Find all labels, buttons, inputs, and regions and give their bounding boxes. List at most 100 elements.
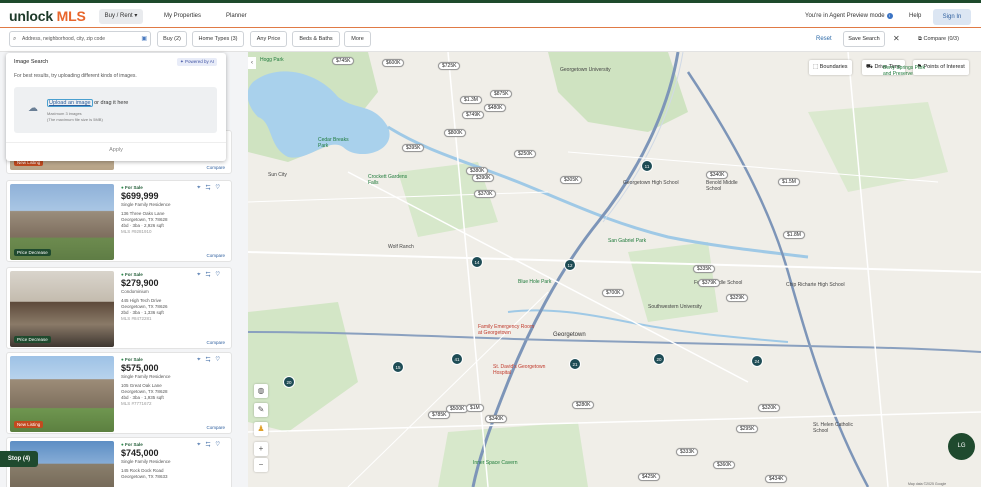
compare-toggle-icon[interactable]: ⇆ xyxy=(206,357,216,363)
apply-button[interactable]: Apply xyxy=(6,147,226,153)
listing-cluster[interactable]: 20 xyxy=(283,376,295,388)
camera-icon[interactable]: ▣ xyxy=(141,32,147,46)
home-types-filter-button[interactable]: Home Types (3) xyxy=(192,31,244,47)
globe-icon[interactable]: ◍ xyxy=(254,384,268,398)
heart-icon[interactable]: ♡ xyxy=(215,442,225,448)
compare-toggle-icon[interactable]: ⇆ xyxy=(206,272,216,278)
more-filters-button[interactable]: More xyxy=(344,31,371,47)
listing-photo[interactable]: New Listing xyxy=(10,356,114,432)
price-pin[interactable]: $1.3M xyxy=(460,96,482,104)
listing-cluster[interactable]: 20 xyxy=(653,353,665,365)
price-pin[interactable]: $434K xyxy=(765,475,788,483)
listing-card[interactable]: Price Decrease For Sale $279,900 Condomi… xyxy=(6,267,232,349)
price-pin[interactable]: $333K xyxy=(676,448,699,456)
buy-filter-button[interactable]: Buy (2) xyxy=(157,31,187,47)
price-pin[interactable]: $480K xyxy=(484,104,507,112)
price-pin[interactable]: $875K xyxy=(490,90,513,98)
listing-cluster[interactable]: 11 xyxy=(641,160,653,172)
price-pin[interactable]: $340K xyxy=(485,415,508,423)
draw-pencil-icon[interactable]: ✎ xyxy=(254,403,268,417)
info-icon[interactable]: i xyxy=(886,13,893,19)
price-pin[interactable]: $335K xyxy=(693,265,716,273)
heart-icon[interactable]: ♡ xyxy=(215,185,225,191)
compare-link[interactable]: Compare xyxy=(206,425,225,430)
price-pin[interactable]: $1M xyxy=(466,404,484,412)
planner-link[interactable]: Planner xyxy=(226,9,247,24)
stop-button[interactable]: Stop (4) xyxy=(0,451,38,467)
avatar[interactable]: LG xyxy=(948,433,975,460)
listing-card[interactable]: Price Decrease For Sale $699,999 Single … xyxy=(6,180,232,262)
price-pin[interactable]: $379K xyxy=(698,279,721,287)
logo-unlock-text: unlock xyxy=(9,8,53,24)
compare-link[interactable]: Compare xyxy=(206,340,225,345)
listing-photo[interactable]: Price Decrease xyxy=(10,184,114,260)
price-pin[interactable]: $250K xyxy=(514,150,537,158)
listing-cluster[interactable]: 41 xyxy=(451,353,463,365)
location-pin-icon[interactable]: ⌖ xyxy=(197,357,205,363)
my-properties-link[interactable]: My Properties xyxy=(164,9,201,24)
listing-cluster[interactable]: 15 xyxy=(392,361,404,373)
price-pin[interactable]: $1.8M xyxy=(783,231,805,239)
listing-cluster[interactable]: 21 xyxy=(569,358,581,370)
upload-image-link[interactable]: Upload an image xyxy=(47,99,93,107)
listing-info: For Sale $699,999 Single Family Residenc… xyxy=(121,185,171,235)
listing-info: For Sale $745,000 Single Family Residenc… xyxy=(121,442,171,480)
unlock-mls-logo[interactable]: unlock MLS xyxy=(9,8,86,24)
location-pin-icon[interactable]: ⌖ xyxy=(197,272,205,278)
price-pin[interactable]: $320K xyxy=(758,404,781,412)
price-pin[interactable]: $305K xyxy=(560,176,583,184)
location-pin-icon[interactable]: ⌖ xyxy=(197,442,205,448)
save-search-button[interactable]: Save Search xyxy=(843,31,885,47)
price-pin[interactable]: $600K xyxy=(382,59,405,67)
zoom-in-button[interactable]: + xyxy=(254,442,268,456)
price-pin[interactable]: $785K xyxy=(428,411,451,419)
compare-link[interactable]: Compare xyxy=(206,165,225,170)
price-pin[interactable]: $1.5M xyxy=(778,178,800,186)
compare-toggle-icon[interactable]: ⇆ xyxy=(206,185,216,191)
property-type: Condominium xyxy=(121,289,149,294)
close-icon[interactable]: ✕ xyxy=(893,34,900,43)
price-pin[interactable]: $329K xyxy=(726,294,749,302)
compare-button[interactable]: ⧉ Compare (0/3) xyxy=(918,36,959,43)
price-pin[interactable]: $295K xyxy=(736,425,759,433)
price-pin[interactable]: $725K xyxy=(438,62,461,70)
price-pin[interactable]: $280K xyxy=(572,401,595,409)
map-view[interactable]: ⬚ Boundaries ⛟ Drive Time ⚑ Points of In… xyxy=(248,52,981,487)
listing-card[interactable]: For Sale $745,000 Single Family Residenc… xyxy=(6,437,232,487)
buy-rent-dropdown[interactable]: Buy / Rent ▾ xyxy=(99,9,143,24)
price-pin[interactable]: $390K xyxy=(472,174,495,182)
price-pin[interactable]: $745K xyxy=(332,57,355,65)
help-link[interactable]: Help xyxy=(909,9,921,24)
compare-toggle-icon[interactable]: ⇆ xyxy=(206,442,216,448)
heart-icon[interactable]: ♡ xyxy=(215,272,225,278)
listing-photo[interactable]: Price Decrease xyxy=(10,271,114,347)
sign-in-button[interactable]: Sign In xyxy=(933,9,971,25)
zoom-out-button[interactable]: − xyxy=(254,458,268,472)
boundaries-button[interactable]: ⬚ Boundaries xyxy=(809,60,852,75)
compare-link[interactable]: Compare xyxy=(206,253,225,258)
price-pin[interactable]: $370K xyxy=(474,190,497,198)
listing-cluster[interactable]: 14 xyxy=(471,256,483,268)
price-pin[interactable]: $700K xyxy=(602,289,625,297)
image-dropzone[interactable]: ☁ Upload an image or drag it here Maximu… xyxy=(14,87,217,133)
location-pin-icon[interactable]: ⌖ xyxy=(197,185,205,191)
price-pin[interactable]: $395K xyxy=(402,144,425,152)
search-placeholder: Address, neighborhood, city, zip code xyxy=(22,36,106,42)
road xyxy=(248,411,981,433)
map-label-crockett: Crockett Gardens Falls xyxy=(368,174,408,186)
price-pin[interactable]: $800K xyxy=(444,129,467,137)
listing-cluster[interactable]: 24 xyxy=(751,355,763,367)
listing-cluster[interactable]: 12 xyxy=(564,259,576,271)
price-filter-button[interactable]: Any Price xyxy=(250,31,287,47)
beds-baths-filter-button[interactable]: Beds & Baths xyxy=(292,31,340,47)
search-input[interactable]: ⌕ Address, neighborhood, city, zip code … xyxy=(9,31,151,47)
listing-card[interactable]: New Listing For Sale $575,000 Single Fam… xyxy=(6,352,232,434)
price-pin[interactable]: $749K xyxy=(462,111,485,119)
price-pin[interactable]: $425K xyxy=(638,473,661,481)
price-pin[interactable]: $340K xyxy=(706,171,729,179)
price-pin[interactable]: $360K xyxy=(713,461,736,469)
reset-link[interactable]: Reset xyxy=(816,36,832,42)
heart-icon[interactable]: ♡ xyxy=(215,357,225,363)
street-view-icon[interactable]: ♟ xyxy=(254,422,268,436)
collapse-panel-chevron-icon[interactable]: ‹ xyxy=(248,57,256,69)
